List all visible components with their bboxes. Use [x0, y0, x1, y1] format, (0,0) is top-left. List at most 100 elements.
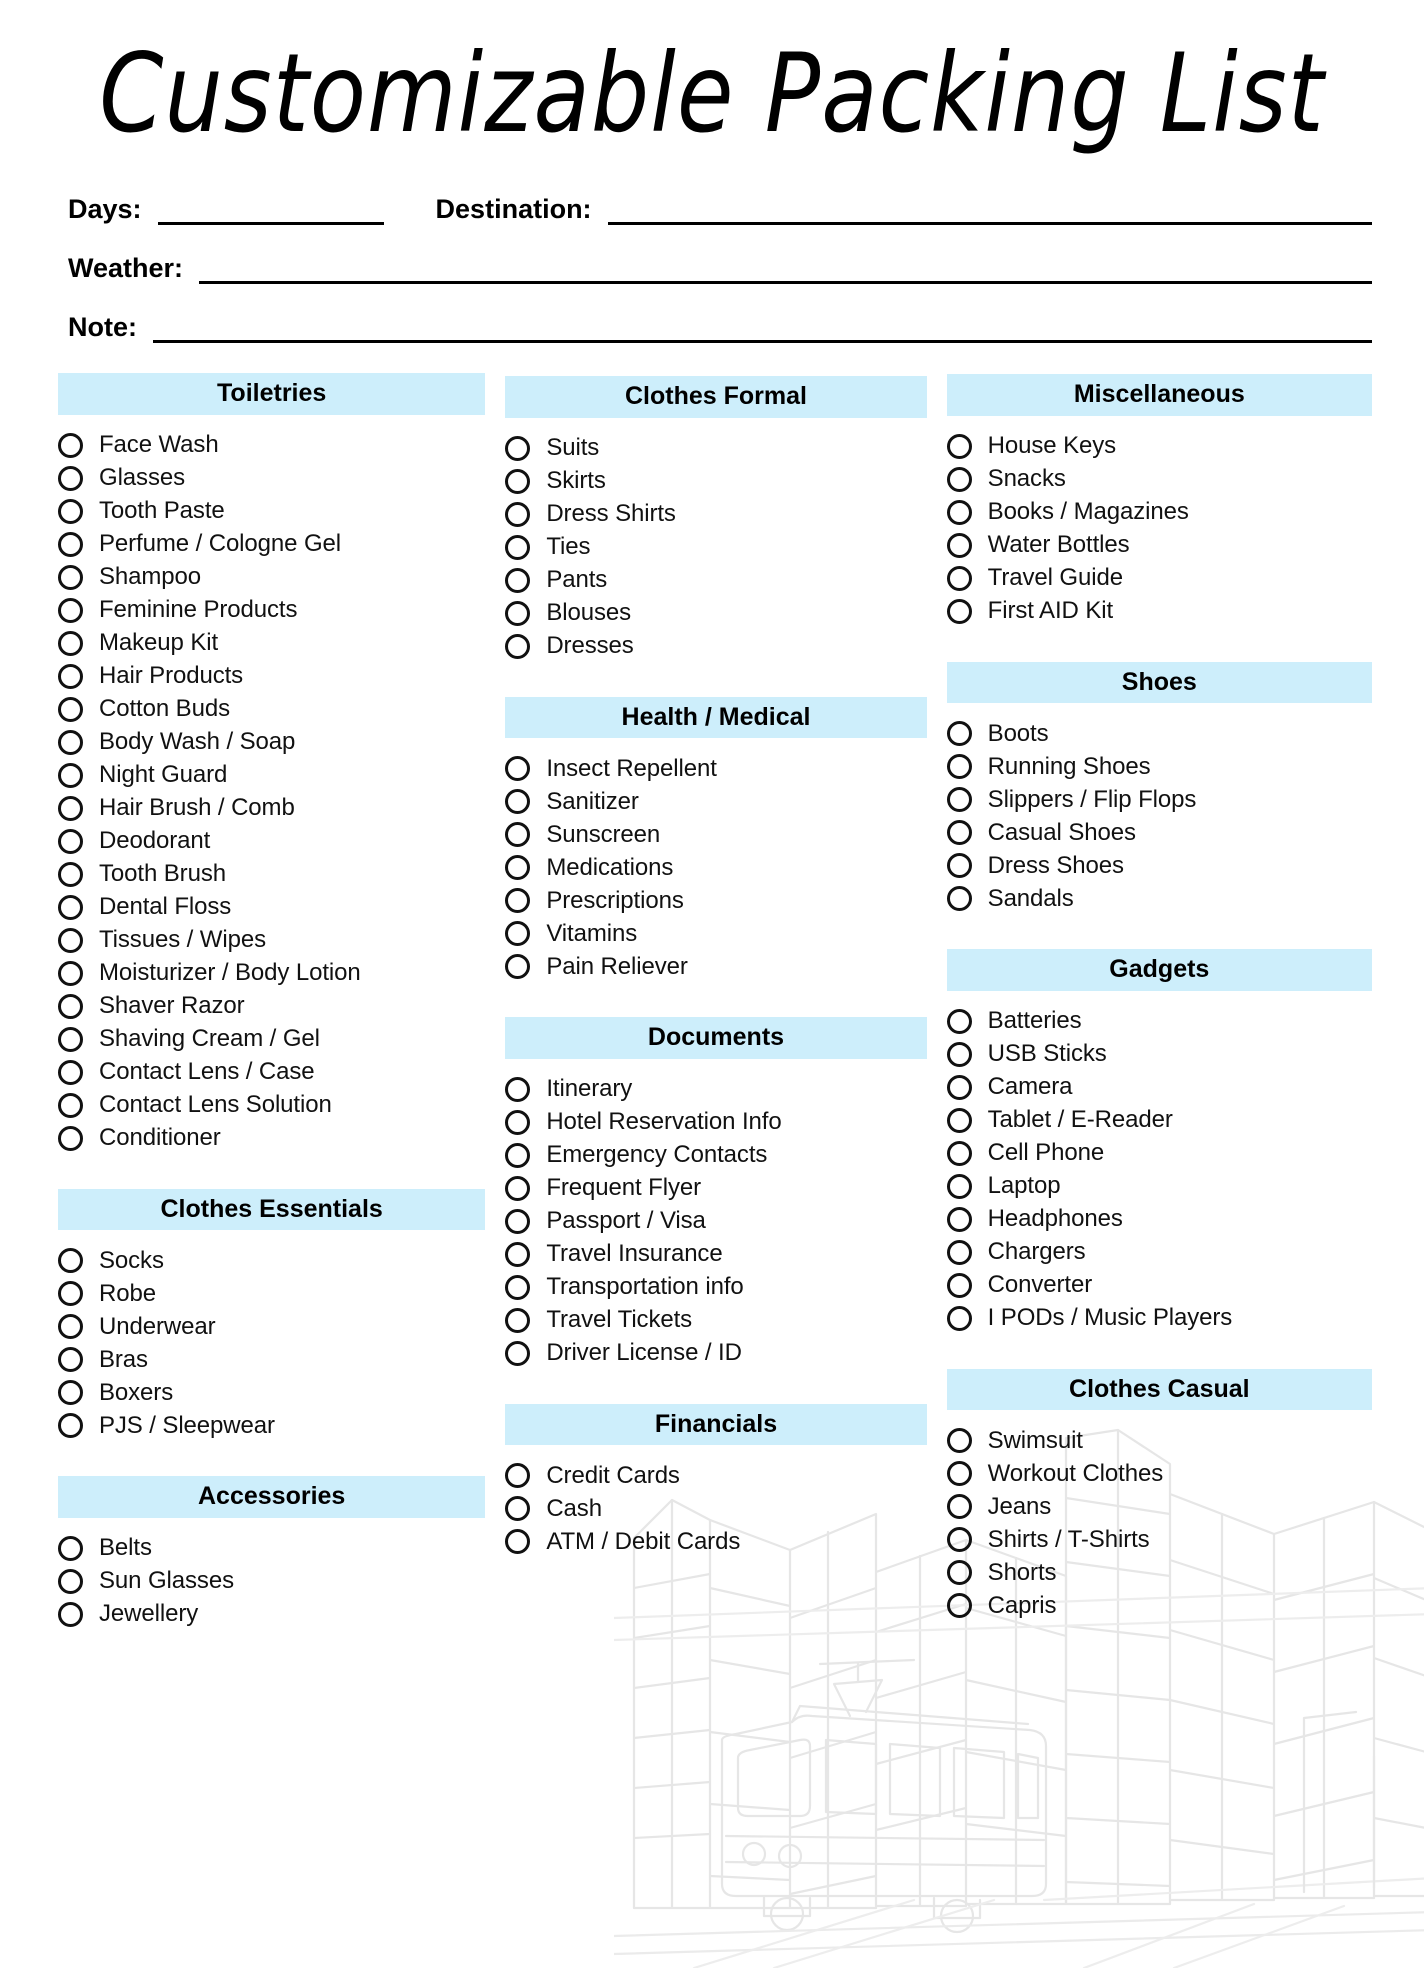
- checkbox-circle-icon[interactable]: [58, 1380, 83, 1405]
- list-item[interactable]: Blouses: [505, 597, 936, 630]
- checkbox-circle-icon[interactable]: [946, 1305, 972, 1331]
- checkbox-circle-icon[interactable]: [946, 886, 972, 911]
- checkbox-circle-icon[interactable]: [505, 921, 531, 946]
- checkbox-circle-icon[interactable]: [505, 888, 531, 913]
- list-item[interactable]: Suits: [505, 432, 936, 465]
- checkbox-circle-icon[interactable]: [946, 1428, 972, 1453]
- checkbox-circle-icon[interactable]: [505, 1340, 531, 1366]
- list-item[interactable]: Cash: [505, 1492, 936, 1525]
- checkbox-circle-icon[interactable]: [58, 795, 83, 821]
- list-item[interactable]: Contact Lens Solution: [58, 1089, 493, 1122]
- checkbox-circle-icon[interactable]: [58, 1568, 83, 1594]
- list-item[interactable]: Travel Insurance: [505, 1238, 936, 1271]
- list-item[interactable]: First AID Kit: [946, 595, 1380, 628]
- list-item[interactable]: Sandals: [946, 882, 1380, 915]
- checkbox-circle-icon[interactable]: [58, 1248, 83, 1273]
- checkbox-circle-icon[interactable]: [58, 762, 83, 788]
- checkbox-circle-icon[interactable]: [946, 1173, 972, 1199]
- checkbox-circle-icon[interactable]: [505, 567, 531, 593]
- checkbox-circle-icon[interactable]: [58, 1092, 83, 1118]
- checkbox-circle-icon[interactable]: [505, 600, 531, 626]
- list-item[interactable]: Sun Glasses: [58, 1565, 493, 1598]
- list-item[interactable]: Shampoo: [58, 561, 493, 594]
- list-item[interactable]: Glasses: [58, 462, 493, 495]
- list-item[interactable]: Dress Shirts: [505, 498, 936, 531]
- checkbox-circle-icon[interactable]: [505, 855, 531, 880]
- checkbox-circle-icon[interactable]: [58, 861, 83, 887]
- list-item[interactable]: Contact Lens / Case: [58, 1056, 493, 1089]
- list-item[interactable]: Pain Reliever: [505, 950, 936, 983]
- checkbox-circle-icon[interactable]: [505, 1496, 531, 1521]
- list-item[interactable]: Books / Magazines: [946, 496, 1380, 529]
- list-item[interactable]: Capris: [946, 1589, 1380, 1622]
- list-item[interactable]: Jeans: [946, 1490, 1380, 1523]
- list-item[interactable]: Belts: [58, 1532, 493, 1565]
- checkbox-circle-icon[interactable]: [58, 1347, 83, 1372]
- list-item[interactable]: Chargers: [946, 1236, 1380, 1269]
- checkbox-circle-icon[interactable]: [505, 534, 531, 560]
- checkbox-circle-icon[interactable]: [946, 466, 972, 492]
- checkbox-circle-icon[interactable]: [58, 696, 83, 722]
- checkbox-circle-icon[interactable]: [58, 1314, 83, 1339]
- list-item[interactable]: Boxers: [58, 1376, 493, 1409]
- checkbox-circle-icon[interactable]: [58, 564, 83, 590]
- checkbox-circle-icon[interactable]: [946, 1272, 972, 1298]
- checkbox-circle-icon[interactable]: [946, 499, 972, 525]
- checkbox-circle-icon[interactable]: [946, 598, 972, 624]
- checkbox-circle-icon[interactable]: [946, 1107, 972, 1133]
- list-item[interactable]: Skirts: [505, 465, 936, 498]
- list-item[interactable]: Converter: [946, 1269, 1380, 1302]
- list-item[interactable]: Dress Shoes: [946, 849, 1380, 882]
- checkbox-circle-icon[interactable]: [505, 1076, 531, 1102]
- list-item[interactable]: USB Sticks: [946, 1038, 1380, 1071]
- checkbox-circle-icon[interactable]: [946, 433, 972, 459]
- list-item[interactable]: Driver License / ID: [505, 1337, 936, 1370]
- list-item[interactable]: Casual Shoes: [946, 816, 1380, 849]
- list-item[interactable]: Dental Floss: [58, 891, 493, 924]
- list-item[interactable]: Night Guard: [58, 759, 493, 792]
- checkbox-circle-icon[interactable]: [946, 1461, 972, 1486]
- checkbox-circle-icon[interactable]: [505, 1142, 531, 1168]
- list-item[interactable]: Shirts / T-Shirts: [946, 1523, 1380, 1556]
- checkbox-circle-icon[interactable]: [946, 565, 972, 591]
- checkbox-circle-icon[interactable]: [946, 1008, 972, 1034]
- checkbox-circle-icon[interactable]: [58, 1059, 83, 1085]
- checkbox-circle-icon[interactable]: [946, 853, 972, 878]
- list-item[interactable]: Medications: [505, 851, 936, 884]
- note-input[interactable]: [153, 318, 1372, 343]
- list-item[interactable]: Deodorant: [58, 825, 493, 858]
- list-item[interactable]: Feminine Products: [58, 594, 493, 627]
- list-item[interactable]: Jewellery: [58, 1598, 493, 1631]
- checkbox-circle-icon[interactable]: [58, 465, 83, 491]
- list-item[interactable]: Sanitizer: [505, 785, 936, 818]
- checkbox-circle-icon[interactable]: [946, 754, 972, 779]
- checkbox-circle-icon[interactable]: [58, 1413, 83, 1438]
- list-item[interactable]: Travel Tickets: [505, 1304, 936, 1337]
- list-item[interactable]: Frequent Flyer: [505, 1172, 936, 1205]
- checkbox-circle-icon[interactable]: [505, 822, 531, 847]
- list-item[interactable]: Shaver Razor: [58, 990, 493, 1023]
- checkbox-circle-icon[interactable]: [58, 960, 83, 986]
- list-item[interactable]: Laptop: [946, 1170, 1380, 1203]
- list-item[interactable]: Passport / Visa: [505, 1205, 936, 1238]
- list-item[interactable]: Hair Brush / Comb: [58, 792, 493, 825]
- list-item[interactable]: Ties: [505, 531, 936, 564]
- list-item[interactable]: Robe: [58, 1277, 493, 1310]
- checkbox-circle-icon[interactable]: [505, 1208, 531, 1234]
- list-item[interactable]: Tissues / Wipes: [58, 924, 493, 957]
- list-item[interactable]: ATM / Debit Cards: [505, 1525, 936, 1558]
- checkbox-circle-icon[interactable]: [58, 1026, 83, 1052]
- checkbox-circle-icon[interactable]: [58, 1535, 83, 1561]
- list-item[interactable]: Boots: [946, 717, 1380, 750]
- checkbox-circle-icon[interactable]: [58, 1281, 83, 1306]
- checkbox-circle-icon[interactable]: [946, 1593, 972, 1618]
- checkbox-circle-icon[interactable]: [505, 1109, 531, 1135]
- checkbox-circle-icon[interactable]: [946, 820, 972, 845]
- checkbox-circle-icon[interactable]: [58, 1125, 83, 1151]
- list-item[interactable]: Running Shoes: [946, 750, 1380, 783]
- list-item[interactable]: PJS / Sleepwear: [58, 1409, 493, 1442]
- checkbox-circle-icon[interactable]: [58, 1601, 83, 1627]
- checkbox-circle-icon[interactable]: [58, 531, 83, 557]
- list-item[interactable]: Swimsuit: [946, 1424, 1380, 1457]
- checkbox-circle-icon[interactable]: [58, 432, 83, 458]
